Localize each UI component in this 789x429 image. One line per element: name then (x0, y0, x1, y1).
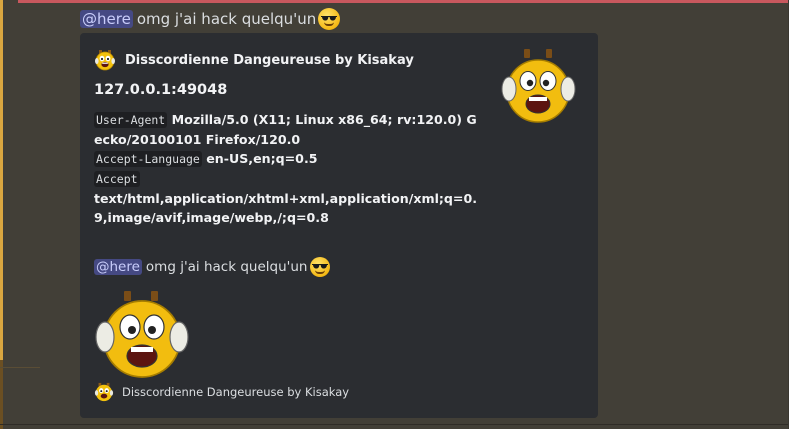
embed-title: 127.0.0.1:49048 (94, 82, 228, 98)
mention-here[interactable]: @here (80, 10, 133, 28)
embed-author[interactable]: Disscordienne Dangeureuse by Kisakay (94, 50, 414, 71)
header-key: Accept-Language (94, 151, 202, 167)
mention-here[interactable]: @here (94, 259, 142, 275)
sunglasses-emoji-icon[interactable] (318, 8, 341, 30)
shocked-face-thumbnail[interactable] (500, 47, 580, 127)
header-value: en-US,en;q=0.5 (206, 151, 318, 166)
embed-message-text: omg j'ai hack quelqu'un (145, 259, 308, 275)
header-key: User-Agent (94, 112, 168, 128)
shocked-face-image[interactable] (94, 289, 194, 381)
header-value: text/html,application/xhtml+xml,applicat… (94, 191, 478, 225)
embed-author-name: Disscordienne Dangeureuse by Kisakay (125, 52, 414, 68)
embed-footer-text: Disscordienne Dangeureuse by Kisakay (122, 385, 350, 399)
embed-message: @here omg j'ai hack quelqu'un (94, 256, 331, 278)
sunglasses-emoji-icon[interactable] (310, 257, 331, 277)
message-content: @here omg j'ai hack quelqu'un (80, 8, 341, 30)
embed-footer: Disscordienne Dangeureuse by Kisakay (94, 382, 349, 402)
footer-avatar-icon (94, 382, 114, 402)
embed-card: Disscordienne Dangeureuse by Kisakay 127… (80, 33, 598, 418)
author-avatar-icon (95, 50, 115, 71)
new-messages-divider (18, 0, 789, 3)
header-key: Accept (94, 171, 140, 187)
highlight-bar-lower (0, 360, 3, 429)
divider (0, 424, 789, 425)
message-text: omg j'ai hack quelqu'un (136, 10, 317, 28)
embed-description: User-Agent Mozilla/5.0 (X11; Linux x86_6… (94, 110, 484, 227)
chat-view: @here omg j'ai hack quelqu'un Disscordie… (0, 0, 789, 429)
divider (0, 367, 40, 368)
